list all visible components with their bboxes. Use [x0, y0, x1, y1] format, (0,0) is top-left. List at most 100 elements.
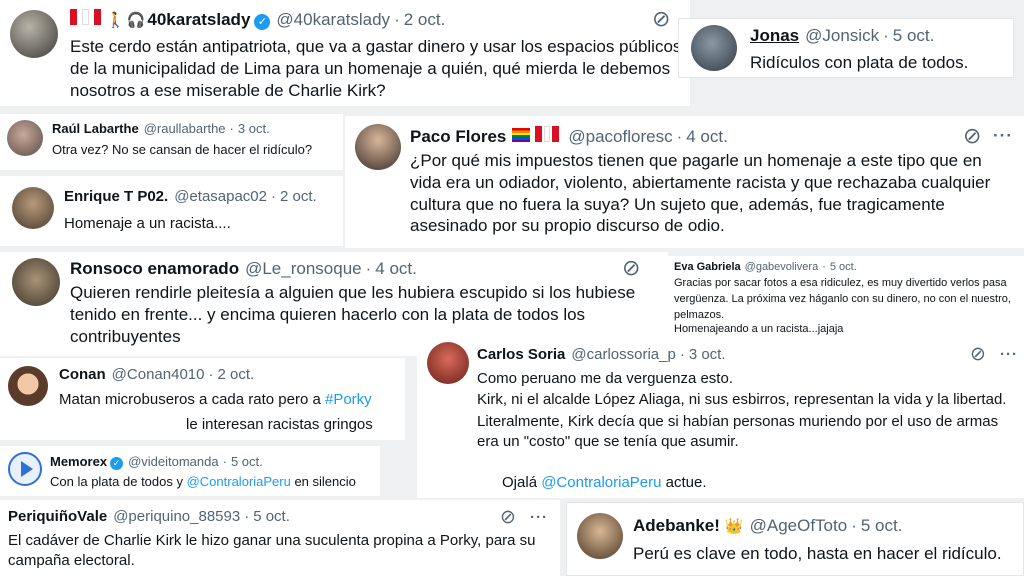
author-name[interactable]: Adebanke!	[633, 516, 720, 536]
peru-flag-icon	[94, 9, 101, 25]
tweet-text: El cadáver de Charlie Kirk le hizo ganar…	[8, 532, 536, 570]
tweet-date[interactable]: 5 oct.	[231, 454, 263, 469]
author-name[interactable]: Raúl Labarthe	[52, 121, 139, 136]
separator-dot: ·	[229, 121, 234, 136]
tweet-date[interactable]: 3 oct.	[238, 121, 270, 136]
tweet-date[interactable]: 4 oct.	[375, 259, 417, 279]
tweet-text: ¿Por qué mis impuestos tienen que pagarl…	[410, 151, 991, 236]
grok-icon[interactable]: ⊘	[652, 6, 670, 32]
walker-icon: 🚶	[106, 12, 125, 29]
tweet-card-adebanke: Adebanke! 👑 @AgeOfToto · 5 oct. Perú es …	[566, 502, 1024, 576]
tweet-text: Gracias por sacar fotos a esa ridiculez,…	[674, 277, 1011, 321]
author-name[interactable]: Enrique T P02.	[64, 188, 168, 205]
grok-icon[interactable]: ⊘	[500, 506, 516, 529]
separator-dot: ·	[676, 127, 683, 146]
author-handle[interactable]: @Le_ronsoque	[245, 259, 362, 279]
tweet-text: Homenaje a un racista....	[64, 215, 231, 232]
tweet-date[interactable]: 2 oct.	[217, 366, 254, 383]
avatar[interactable]	[12, 258, 60, 306]
separator-dot: ·	[851, 516, 857, 535]
avatar[interactable]	[691, 25, 737, 71]
tweet-text: Este cerdo están antipatriota, que va a …	[70, 37, 682, 100]
avatar[interactable]	[577, 513, 623, 559]
verified-badge-icon: ✓	[254, 14, 271, 30]
author-handle[interactable]: @40karatslady	[276, 10, 390, 30]
author-name[interactable]: Memorex	[50, 454, 107, 469]
author-name[interactable]: Jonas	[750, 26, 799, 46]
avatar[interactable]	[8, 366, 48, 406]
tweet-date[interactable]: 2 oct.	[280, 188, 317, 205]
rainbow-flag-icon	[512, 128, 531, 142]
separator-dot: ·	[822, 261, 826, 273]
author-name[interactable]: Conan	[59, 366, 106, 383]
tweet-date[interactable]: 5 oct.	[893, 26, 935, 46]
tweet-text-continued: Homenajeando a un racista...jajaja	[674, 323, 844, 335]
grok-icon[interactable]: ⊘	[622, 255, 640, 281]
tweet-card-carlos: Carlos Soria @carlossoria_p · 3 oct. ⊘ ·…	[417, 338, 1024, 498]
author-handle[interactable]: @raullabarthe	[144, 121, 226, 136]
peru-flag-icon	[544, 126, 551, 142]
tweet-text: en silencio	[290, 474, 356, 489]
more-options-icon[interactable]: ···	[1000, 346, 1018, 363]
author-handle[interactable]: @AgeOfToto	[750, 516, 848, 536]
tweet-card-40karatslady: 🚶 🎧 40karatslady ✓ @40karatslady · 2 oct…	[0, 0, 690, 106]
tweet-date[interactable]: 2 oct.	[404, 10, 446, 30]
separator-dot: ·	[679, 346, 685, 363]
tweet-card-conan: Conan @Conan4010 · 2 oct. Matan microbus…	[0, 358, 405, 440]
tweet-date[interactable]: 5 oct.	[253, 508, 290, 525]
tweet-card-enrique: Enrique T P02. @etasapac02 · 2 oct. Home…	[0, 176, 343, 246]
author-name[interactable]: Eva Gabriela	[674, 261, 741, 273]
author-handle[interactable]: @gabevolivera	[745, 261, 819, 273]
tweet-card-jonas: Jonas @Jonsick · 5 oct. Ridículos con pl…	[678, 18, 1014, 78]
tweet-text-continued: le interesan racistas gringos	[186, 416, 373, 433]
author-handle[interactable]: @periquino_88593	[113, 508, 240, 525]
mention-link[interactable]: @ContraloriaPeru	[541, 474, 661, 491]
author-handle[interactable]: @carlossoria_p	[571, 346, 675, 363]
peru-flag-icon	[535, 126, 543, 142]
more-options-icon[interactable]: ···	[993, 126, 1013, 146]
tweet-text: Ridículos con plata de todos.	[750, 53, 969, 72]
tweet-date[interactable]: 3 oct.	[689, 346, 726, 363]
tweet-text-paragraph: Como peruano me da verguenza esto.	[477, 370, 733, 387]
more-options-icon[interactable]: ···	[530, 509, 548, 526]
separator-dot: ·	[244, 508, 250, 525]
separator-dot: ·	[271, 188, 276, 205]
separator-dot: ·	[394, 10, 400, 29]
avatar[interactable]	[12, 187, 54, 229]
avatar[interactable]	[10, 10, 58, 58]
grok-icon[interactable]: ⊘	[963, 123, 981, 149]
avatar[interactable]	[427, 342, 469, 384]
headphones-icon: 🎧	[126, 12, 146, 29]
author-name[interactable]: Ronsoco enamorado	[70, 259, 239, 279]
tweet-text: Matan microbuseros a cada rato pero a	[59, 391, 325, 408]
author-handle[interactable]: @etasapac02	[174, 188, 267, 205]
author-name[interactable]: 40karatslady	[147, 10, 250, 30]
separator-dot: ·	[365, 259, 372, 278]
tweet-date[interactable]: 4 oct.	[686, 127, 728, 147]
author-handle[interactable]: @Conan4010	[112, 366, 205, 383]
tweet-text-paragraph: actue.	[661, 474, 707, 492]
author-handle[interactable]: @pacofloresc	[568, 127, 672, 147]
tweet-text-paragraph: Literalmente, Kirk decía que si habían p…	[477, 412, 999, 450]
avatar[interactable]	[7, 120, 43, 156]
mention-link[interactable]: @ContraloriaPeru	[187, 474, 291, 489]
tweet-card-memorex: Memorex ✓ @videitomanda · 5 oct. Con la …	[0, 446, 380, 496]
tweet-date[interactable]: 5 oct.	[861, 516, 903, 536]
peru-flag-icon	[70, 9, 77, 25]
grok-icon[interactable]: ⊘	[970, 343, 986, 366]
tweet-text: Con la plata de todos y	[50, 474, 187, 489]
tweet-card-raul: Raúl Labarthe @raullabarthe · 3 oct. Otr…	[0, 114, 343, 170]
tweet-text-paragraph: Kirk, ni el alcalde López Aliaga, ni sus…	[477, 391, 1007, 409]
play-icon	[21, 461, 33, 477]
author-handle[interactable]: @videitomanda	[128, 454, 219, 469]
tweet-text: Otra vez? No se cansan de hacer el ridíc…	[52, 142, 313, 157]
author-handle[interactable]: @Jonsick	[805, 26, 879, 46]
author-name[interactable]: Carlos Soria	[477, 346, 565, 363]
peru-flag-icon	[82, 9, 89, 25]
author-name[interactable]: PeriquiñoVale	[8, 508, 107, 525]
author-name[interactable]: Paco Flores	[410, 127, 506, 147]
hashtag-link[interactable]: #Porky	[325, 391, 372, 408]
tweet-date[interactable]: 5 oct.	[830, 261, 857, 273]
avatar[interactable]	[8, 452, 42, 486]
avatar[interactable]	[355, 124, 401, 170]
